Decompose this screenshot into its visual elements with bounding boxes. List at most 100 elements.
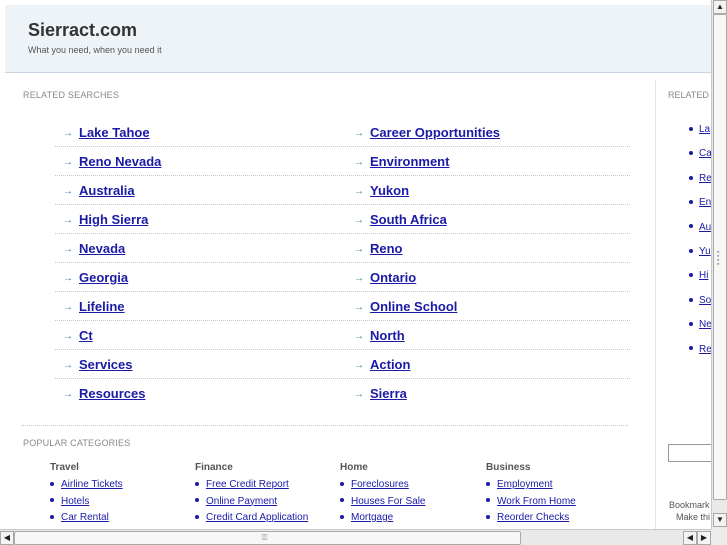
related-search-link[interactable]: Career Opportunities — [370, 125, 500, 140]
table-row: → Nevada → Reno — [55, 234, 630, 263]
scroll-right-icon[interactable]: ▶ — [697, 531, 711, 545]
arrow-right-icon: → — [63, 389, 73, 400]
list-item: Ne — [689, 319, 711, 343]
arrow-right-icon: → — [63, 244, 73, 255]
horizontal-scrollbar[interactable]: ◀ ⁞⁞⁞⁞⁞ ◀ ▶ — [0, 529, 711, 545]
related-searches-heading: RELATED SEARCHES — [23, 90, 120, 100]
related-search-link[interactable]: Australia — [79, 183, 135, 198]
site-header: Sierract.com What you need, when you nee… — [5, 5, 711, 73]
related-search-item: → High Sierra — [63, 212, 148, 227]
related-search-link[interactable]: North — [370, 328, 405, 343]
related-search-link[interactable]: Ontario — [370, 270, 416, 285]
sidebar-heading: RELATED — [668, 90, 709, 100]
bullet-icon — [340, 481, 344, 486]
arrow-right-icon: → — [354, 273, 364, 284]
category-link[interactable]: Houses For Sale — [351, 496, 425, 507]
table-row: → Lake Tahoe → Career Opportunities — [55, 118, 630, 147]
popular-categories-heading: POPULAR CATEGORIES — [23, 438, 131, 448]
list-item: Yu — [689, 246, 711, 270]
related-search-link[interactable]: Sierra — [370, 386, 407, 401]
arrow-right-icon: → — [354, 215, 364, 226]
related-search-item: → Reno Nevada — [63, 154, 161, 169]
sidebar-link[interactable]: En — [699, 197, 711, 208]
category-link[interactable]: Hotels — [61, 496, 89, 507]
scroll-left-icon[interactable]: ◀ — [0, 531, 14, 545]
related-search-link[interactable]: Reno Nevada — [79, 154, 161, 169]
scroll-up-icon[interactable]: ▲ — [713, 0, 727, 14]
category-link[interactable]: Free Credit Report — [206, 479, 289, 490]
vertical-scrollbar[interactable]: ▲ ▪ ▪ ▪ ▪ ▼ — [711, 0, 727, 529]
related-search-link[interactable]: Resources — [79, 386, 145, 401]
related-search-link[interactable]: Georgia — [79, 270, 128, 285]
category-link[interactable]: Reorder Checks — [497, 512, 569, 523]
related-search-link[interactable]: Services — [79, 357, 133, 372]
bullet-icon — [340, 498, 344, 503]
related-search-link[interactable]: Nevada — [79, 241, 125, 256]
related-search-link[interactable]: Online School — [370, 299, 457, 314]
list-item: Employment — [486, 479, 626, 496]
category-link[interactable]: Airline Tickets — [61, 479, 123, 490]
category-list: Free Credit Report Online Payment Credit C… — [195, 479, 335, 529]
bookmark-link[interactable]: Bookmark — [669, 500, 710, 510]
related-search-item: → Ct — [63, 328, 93, 343]
related-search-link[interactable]: Ct — [79, 328, 93, 343]
sidebar-link[interactable]: Hi — [699, 270, 708, 281]
vertical-scroll-thumb[interactable]: ▪ ▪ ▪ ▪ — [713, 14, 727, 500]
list-item: Ca — [689, 148, 711, 172]
table-row: → Reno Nevada → Environment — [55, 147, 630, 176]
sidebar-link[interactable]: Ca — [699, 148, 711, 159]
sidebar-link[interactable]: Yu — [699, 246, 711, 257]
scroll-down-icon[interactable]: ▼ — [713, 513, 727, 527]
related-search-link[interactable]: Action — [370, 357, 410, 372]
related-search-item: → Ontario — [354, 270, 416, 285]
list-item: Hi — [689, 270, 711, 294]
category-link[interactable]: Foreclosures — [351, 479, 409, 490]
horizontal-scroll-thumb[interactable]: ⁞⁞⁞⁞⁞ — [14, 531, 521, 545]
category-list: Employment Work From Home Reorder Checks — [486, 479, 626, 529]
arrow-right-icon: → — [354, 302, 364, 313]
related-search-link[interactable]: Reno — [370, 241, 403, 256]
category-link[interactable]: Mortgage — [351, 512, 393, 523]
list-item: Free Credit Report — [195, 479, 335, 496]
sidebar-link[interactable]: Ne — [699, 319, 711, 330]
arrow-right-icon: → — [354, 186, 364, 197]
bullet-icon — [486, 514, 490, 519]
related-search-link[interactable]: Lifeline — [79, 299, 125, 314]
related-search-item: → Sierra — [354, 386, 407, 401]
list-item: Online Payment — [195, 496, 335, 513]
category-link[interactable]: Car Rental — [61, 512, 109, 523]
make-homepage-link[interactable]: Make thi — [676, 512, 710, 522]
related-search-link[interactable]: Yukon — [370, 183, 409, 198]
sidebar-link[interactable]: La — [699, 124, 710, 135]
related-search-link[interactable]: Environment — [370, 154, 449, 169]
related-search-link[interactable]: High Sierra — [79, 212, 148, 227]
arrow-right-icon: → — [63, 157, 73, 168]
category-link[interactable]: Online Payment — [206, 496, 277, 507]
sidebar-link[interactable]: Au — [699, 222, 711, 233]
scroll-left-icon[interactable]: ◀ — [683, 531, 697, 545]
grip-icon: ⁞⁞⁞⁞⁞ — [261, 533, 268, 542]
related-search-link[interactable]: Lake Tahoe — [79, 125, 150, 140]
category-link[interactable]: Employment — [497, 479, 553, 490]
bullet-icon — [195, 481, 199, 486]
site-tagline: What you need, when you need it — [28, 45, 162, 55]
sidebar-search-input[interactable] — [668, 444, 711, 462]
category-group: Travel Airline Tickets Hotels Car Rental — [50, 462, 190, 529]
bullet-icon — [50, 481, 54, 486]
sidebar-link[interactable]: Re — [699, 173, 711, 184]
list-item: Houses For Sale — [340, 496, 480, 513]
sidebar-link[interactable]: Re — [699, 344, 711, 355]
bullet-icon — [340, 514, 344, 519]
related-search-item: → Action — [354, 357, 410, 372]
list-item: Car Rental — [50, 512, 190, 529]
list-item: Re — [689, 173, 711, 197]
category-link[interactable]: Credit Card Application — [206, 512, 308, 523]
related-search-link[interactable]: South Africa — [370, 212, 447, 227]
bullet-icon — [689, 151, 693, 156]
table-row: → Lifeline → Online School — [55, 292, 630, 321]
site-title[interactable]: Sierract.com — [28, 20, 137, 41]
category-link[interactable]: Work From Home — [497, 496, 576, 507]
sidebar-link[interactable]: So — [699, 295, 711, 306]
related-search-item: → North — [354, 328, 405, 343]
arrow-right-icon: → — [354, 128, 364, 139]
